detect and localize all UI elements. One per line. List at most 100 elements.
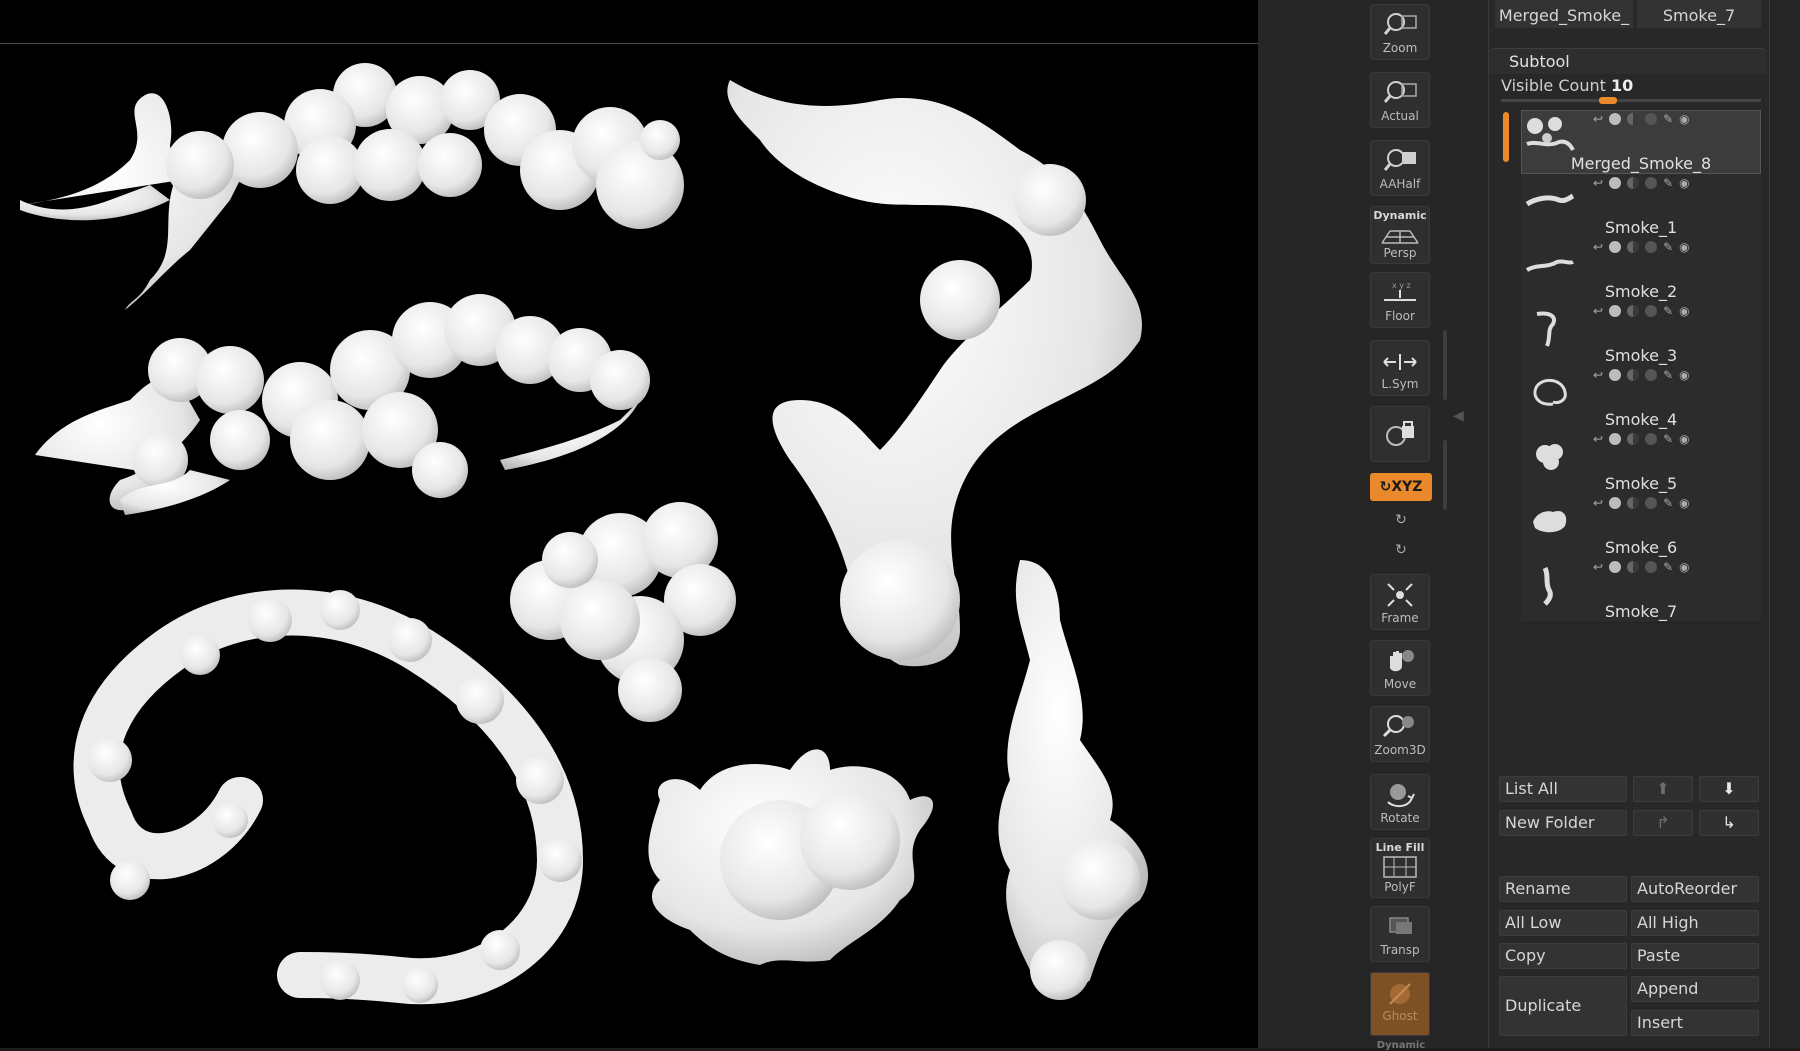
zoom3d-button[interactable]: Zoom3D [1370,706,1430,762]
subtool-item[interactable]: ↩ ✎ ◉ Smoke_1 [1521,174,1761,239]
rotate-button[interactable]: Rotate [1370,774,1430,830]
eye-icon[interactable]: ◉ [1679,369,1689,381]
polypaint-dot-icon[interactable] [1609,369,1622,381]
all-high-button[interactable]: All High [1631,910,1759,936]
polypaint-dot-icon[interactable] [1609,497,1622,509]
ghost-button[interactable]: Ghost [1370,972,1430,1036]
move-up-button[interactable]: ⬆ [1633,776,1693,802]
z-rotate-icon[interactable]: ↻ [1388,542,1414,564]
subtool-item[interactable]: ↩ ✎ ◉ Smoke_6 [1521,494,1761,559]
zoom-button[interactable]: Zoom [1370,4,1430,60]
polypaint-dot-icon[interactable] [1609,561,1622,573]
list-all-button[interactable]: List All [1499,776,1627,802]
material-dot-icon[interactable] [1627,369,1640,381]
enter-arrow-icon[interactable]: ↩ [1593,561,1603,573]
visible-count-slider[interactable]: Visible Count 10 [1501,76,1633,95]
frame-button[interactable]: Frame [1370,574,1430,630]
subtool-item[interactable]: ↩ ✎ ◉ Smoke_5 [1521,430,1761,495]
dynamesh-dot-icon[interactable] [1645,305,1658,317]
dynamesh-dot-icon[interactable] [1645,113,1658,125]
brush-icon[interactable]: ✎ [1663,177,1673,189]
subtool-item[interactable]: ↩ ✎ ◉ Smoke_2 [1521,238,1761,303]
polypaint-dot-icon[interactable] [1609,433,1622,445]
brush-icon[interactable]: ✎ [1663,241,1673,253]
tool-thumb-merged[interactable]: Merged_Smoke_ [1495,0,1633,28]
subtool-scroll-indicator[interactable] [1503,112,1509,162]
persp-button[interactable]: Dynamic Persp [1370,206,1430,264]
folder-out-button[interactable]: ↱ [1633,810,1693,836]
polypaint-dot-icon[interactable] [1609,241,1622,253]
collapse-arrow-icon[interactable]: ◀ [1453,408,1464,424]
duplicate-button[interactable]: Duplicate [1499,976,1627,1036]
material-dot-icon[interactable] [1627,497,1640,509]
material-dot-icon[interactable] [1627,241,1640,253]
subtool-palette-header[interactable]: Subtool [1489,48,1767,74]
eye-icon[interactable]: ◉ [1679,241,1689,253]
move-button[interactable]: Move [1370,640,1430,696]
polypaint-dot-icon[interactable] [1609,177,1622,189]
brush-icon[interactable]: ✎ [1663,433,1673,445]
brush-icon[interactable]: ✎ [1663,497,1673,509]
enter-arrow-icon[interactable]: ↩ [1593,369,1603,381]
dynamesh-dot-icon[interactable] [1645,369,1658,381]
floor-button[interactable]: x y z Floor [1370,272,1430,328]
tool-thumb-smoke7[interactable]: Smoke_7 [1637,0,1761,28]
actual-button[interactable]: Actual [1370,72,1430,128]
eye-icon[interactable]: ◉ [1679,497,1689,509]
dynamesh-dot-icon[interactable] [1645,177,1658,189]
all-low-button[interactable]: All Low [1499,910,1627,936]
dynamesh-dot-icon[interactable] [1645,241,1658,253]
panel-splitter[interactable]: ◀ [1441,330,1464,510]
polypaint-dot-icon[interactable] [1609,113,1622,125]
rename-button[interactable]: Rename [1499,876,1627,902]
dynamesh-dot-icon[interactable] [1645,497,1658,509]
eye-icon[interactable]: ◉ [1679,113,1689,125]
local-transform-button[interactable] [1370,406,1430,462]
material-dot-icon[interactable] [1627,433,1640,445]
lsym-button[interactable]: L.Sym [1370,340,1430,396]
eye-icon[interactable]: ◉ [1679,433,1689,445]
enter-arrow-icon[interactable]: ↩ [1593,433,1603,445]
subtool-item[interactable]: ↩ ✎ ◉ Smoke_3 [1521,302,1761,367]
y-rotate-icon[interactable]: ↻ [1388,512,1414,534]
visible-count-knob[interactable] [1599,97,1617,104]
paste-button[interactable]: Paste [1631,943,1759,969]
mesh-large-flame [727,80,1142,667]
folder-in-button[interactable]: ↳ [1699,810,1759,836]
visible-count-track[interactable] [1501,97,1761,104]
enter-arrow-icon[interactable]: ↩ [1593,241,1603,253]
dynamesh-dot-icon[interactable] [1645,433,1658,445]
brush-icon[interactable]: ✎ [1663,561,1673,573]
subtool-row-icons: ↩ ✎ ◉ [1593,176,1690,190]
new-folder-button[interactable]: New Folder [1499,810,1627,836]
material-dot-icon[interactable] [1627,177,1640,189]
brush-icon[interactable]: ✎ [1663,305,1673,317]
append-button[interactable]: Append [1631,976,1759,1002]
enter-arrow-icon[interactable]: ↩ [1593,305,1603,317]
aahalf-button[interactable]: AAHalf [1370,140,1430,196]
subtool-item[interactable]: ↩ ✎ ◉ Merged_Smoke_8 [1521,110,1761,175]
insert-button[interactable]: Insert [1631,1010,1759,1036]
copy-button[interactable]: Copy [1499,943,1627,969]
material-dot-icon[interactable] [1627,113,1640,125]
autoreorder-button[interactable]: AutoReorder [1631,876,1759,902]
material-dot-icon[interactable] [1627,305,1640,317]
eye-icon[interactable]: ◉ [1679,305,1689,317]
eye-icon[interactable]: ◉ [1679,561,1689,573]
subtool-item[interactable]: ↩ ✎ ◉ Smoke_7 [1521,558,1761,623]
enter-arrow-icon[interactable]: ↩ [1593,497,1603,509]
enter-arrow-icon[interactable]: ↩ [1593,113,1603,125]
dynamesh-dot-icon[interactable] [1645,561,1658,573]
enter-arrow-icon[interactable]: ↩ [1593,177,1603,189]
move-down-button[interactable]: ⬇ [1699,776,1759,802]
subtool-item[interactable]: ↩ ✎ ◉ Smoke_4 [1521,366,1761,431]
material-dot-icon[interactable] [1627,561,1640,573]
brush-icon[interactable]: ✎ [1663,369,1673,381]
brush-icon[interactable]: ✎ [1663,113,1673,125]
viewport-canvas[interactable] [0,0,1258,1048]
polyf-button[interactable]: Line Fill PolyF [1370,838,1430,898]
transp-button[interactable]: Transp [1370,906,1430,962]
eye-icon[interactable]: ◉ [1679,177,1689,189]
xyz-toggle[interactable]: ↻XYZ [1370,473,1432,501]
polypaint-dot-icon[interactable] [1609,305,1622,317]
